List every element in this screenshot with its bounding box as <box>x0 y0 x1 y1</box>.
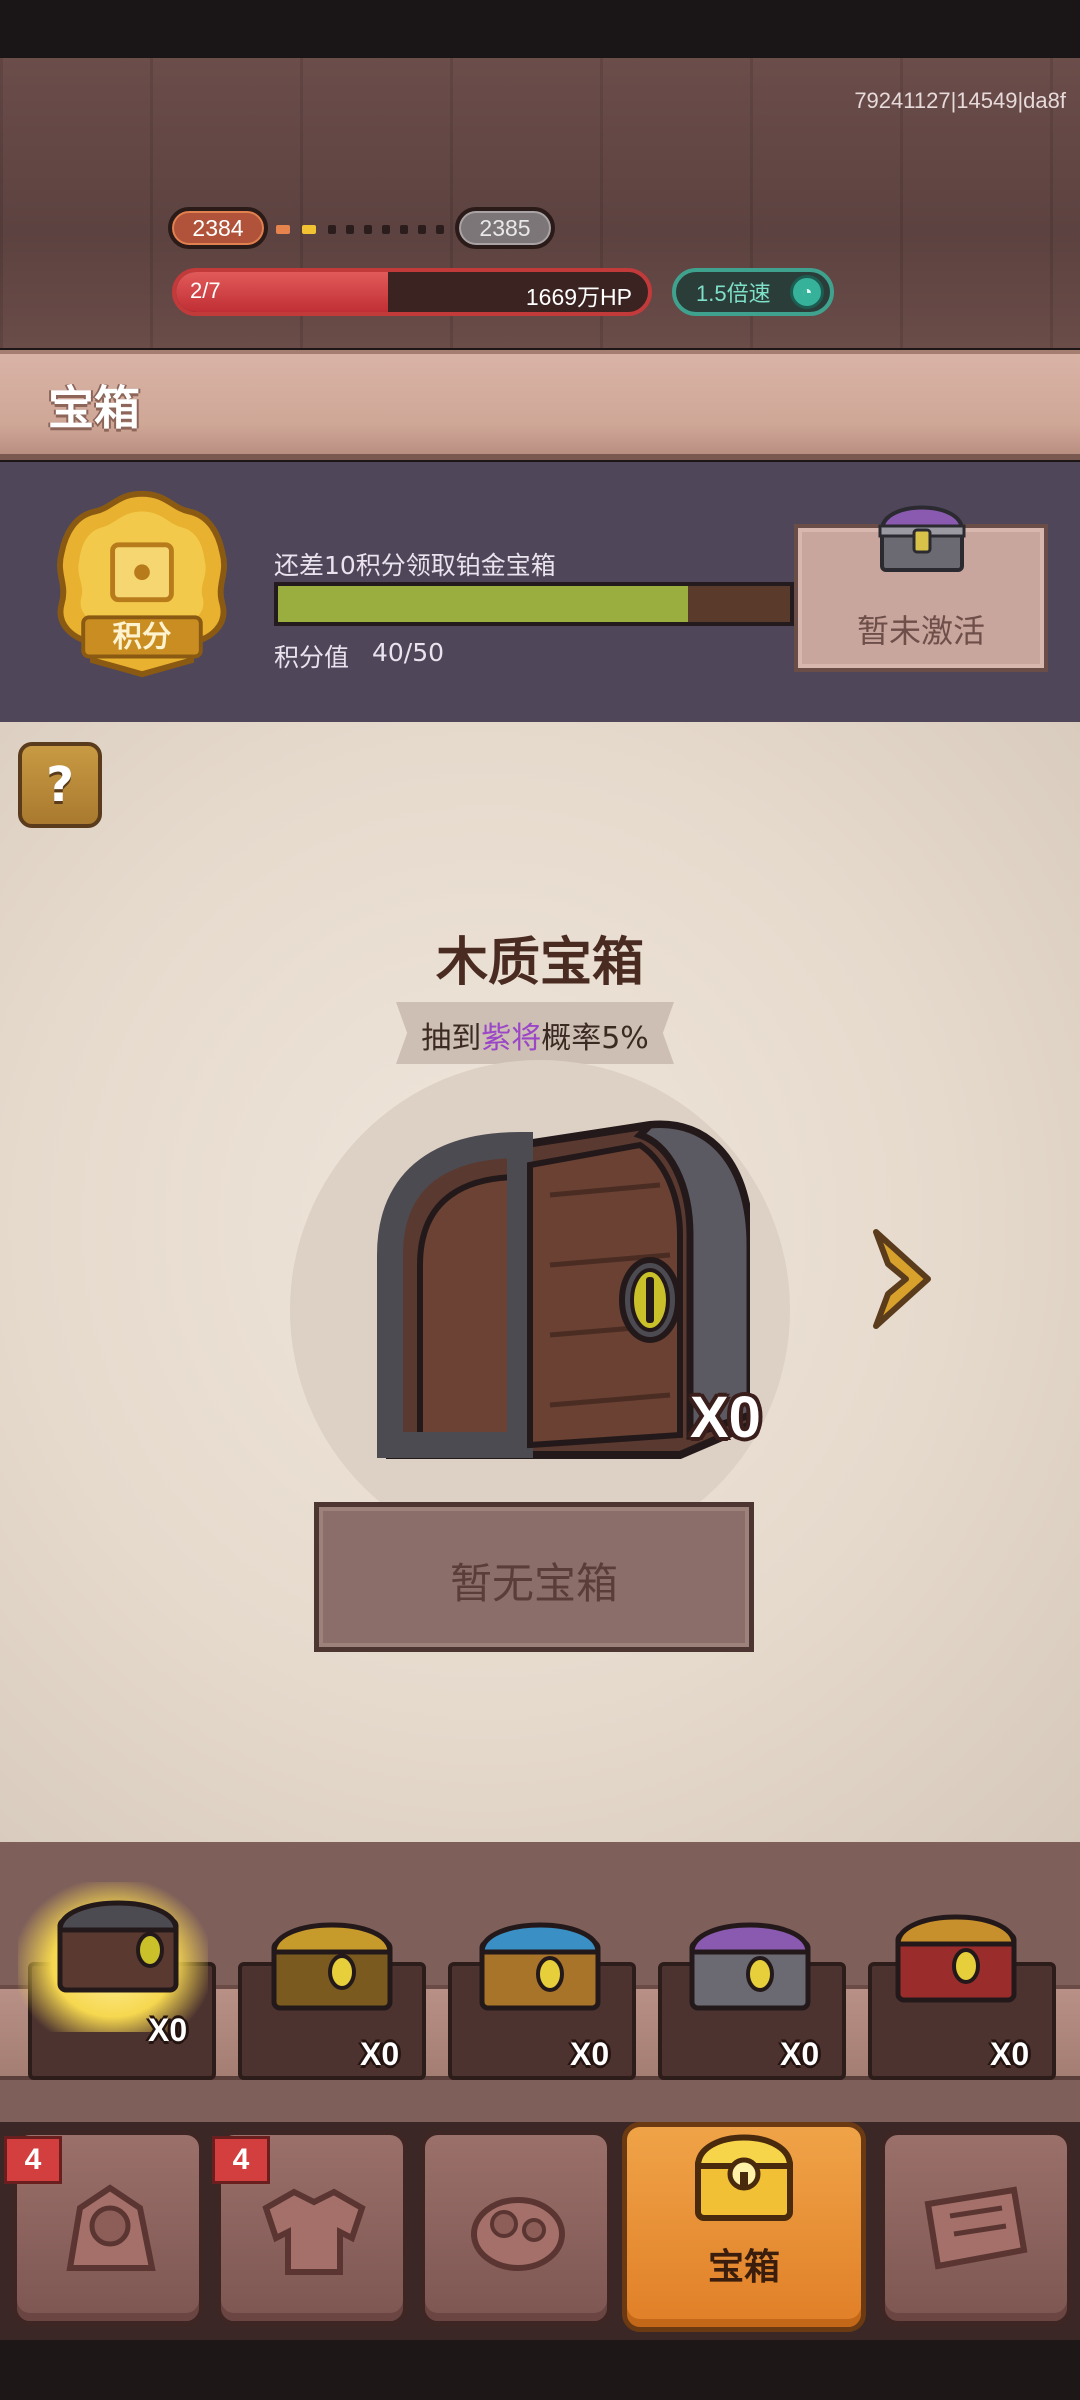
nav-chest-label: 宝箱 <box>707 2247 780 2288</box>
boss-hp-value: 1669万HP <box>525 284 632 310</box>
progress-dot <box>382 225 390 234</box>
points-value: 40/50 <box>372 638 445 667</box>
odds-suffix: 概率5% <box>541 1021 649 1056</box>
points-medal-icon: 积分 <box>57 490 227 678</box>
odds-prefix: 抽到 <box>421 1021 482 1056</box>
points-hint: 还差10积分领取铂金宝箱 <box>274 551 556 580</box>
scroll-map-icon <box>924 2186 1028 2270</box>
notification-badge: 4 <box>212 2136 270 2184</box>
status-bar <box>0 0 1080 58</box>
system-nav-strip <box>0 2340 1080 2400</box>
chest-tab-icon <box>694 2134 794 2221</box>
next-chest-arrow-icon[interactable] <box>866 1224 938 1334</box>
title-plank <box>0 350 1080 460</box>
slot-count: X0 <box>148 2012 188 2048</box>
progress-dot <box>346 225 354 234</box>
red-chest-thumb-icon <box>895 1914 1017 2003</box>
progress-dot <box>436 225 444 234</box>
odds-text: 抽到紫将概率5% <box>396 1013 674 1057</box>
notification-badge: 4 <box>4 2136 62 2184</box>
odds-highlight: 紫将 <box>481 1021 542 1056</box>
slot-count: X0 <box>780 2036 820 2072</box>
summon-icon <box>471 2197 565 2271</box>
chest-count: X0 <box>690 1385 761 1450</box>
blue-chest-thumb-icon <box>479 1922 601 2011</box>
wooden-chest-thumb-icon <box>57 1900 179 1993</box>
progress-dot <box>328 225 336 234</box>
points-label: 积分值 <box>274 643 350 672</box>
points-progress-fill <box>278 586 688 622</box>
speedometer-icon: ◔ <box>790 275 824 309</box>
progress-dot <box>364 225 372 234</box>
speed-label: 1.5倍速 <box>696 281 771 306</box>
help-button[interactable]: ? <box>18 742 102 828</box>
points-badge-label: 积分 <box>113 620 172 654</box>
open-chest-button-label: 暂无宝箱 <box>449 1559 618 1608</box>
purple-chest-thumb-icon <box>689 1922 811 2011</box>
progress-dot <box>302 225 316 234</box>
progress-dot <box>276 225 290 234</box>
progress-dot <box>418 225 426 234</box>
wave-counter: 2/7 <box>190 278 221 303</box>
gold-chest-thumb-icon <box>271 1922 393 2011</box>
next-level-badge: 2385 <box>455 207 555 249</box>
boss-hp-bar: 2/7 1669万HP <box>172 268 652 316</box>
page-title: 宝箱 <box>48 381 140 435</box>
reward-status-label: 暂未激活 <box>856 612 985 650</box>
points-progress-bar <box>274 582 794 626</box>
slot-count: X0 <box>990 2036 1030 2072</box>
hero-icon <box>66 2184 156 2271</box>
speed-toggle-button[interactable]: 1.5倍速 ◔ <box>672 268 834 316</box>
build-id-text: 79241127|14549|da8f <box>854 88 1066 113</box>
current-level-badge: 2384 <box>168 207 268 249</box>
slot-count: X0 <box>570 2036 610 2072</box>
armor-icon <box>262 2188 366 2275</box>
platinum-chest-icon <box>878 505 966 572</box>
chest-name: 木质宝箱 <box>435 933 644 993</box>
progress-dot <box>400 225 408 234</box>
slot-count: X0 <box>360 2036 400 2072</box>
